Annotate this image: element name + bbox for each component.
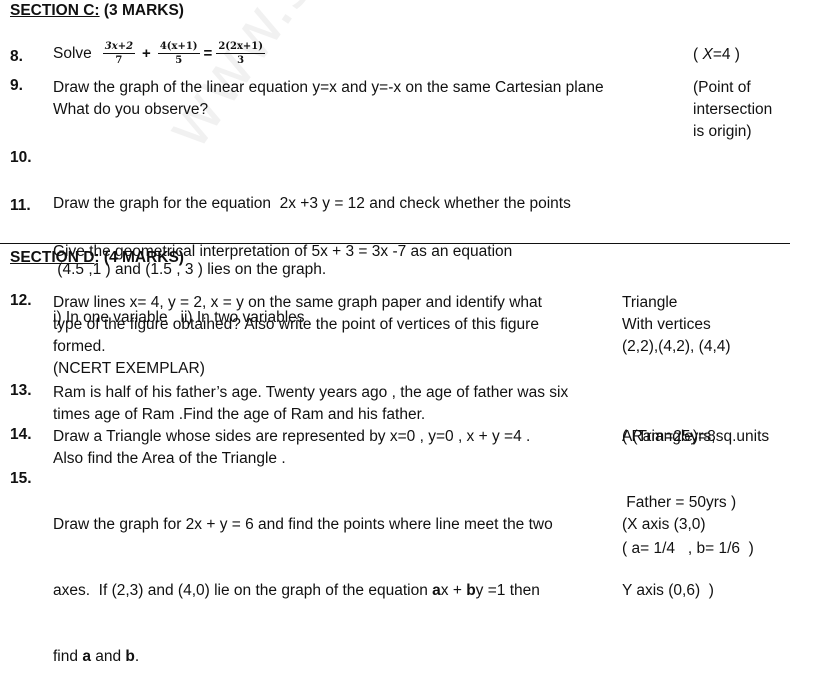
answer-8-var: X: [702, 46, 713, 63]
question-9-line-1: Draw the graph of the linear equation y=…: [53, 79, 604, 96]
answer-9: (Point of intersection is origin): [693, 77, 772, 143]
question-14-line-1: Draw a Triangle whose sides are represen…: [53, 428, 531, 445]
fraction-1: 3x+2 7: [102, 40, 136, 67]
fraction-1-numerator: 3x+2: [102, 41, 136, 54]
fraction-1-denominator: 7: [115, 55, 123, 66]
question-8-equation: Solve 3x+2 7 + 4(x+1) 5 = 2(2x+1) 3: [53, 40, 268, 67]
q15-line3-var-b: b: [125, 648, 135, 665]
fraction-2-denominator: 5: [175, 55, 183, 66]
answer-9-line-2: intersection: [693, 101, 773, 118]
q15-var-a: a: [432, 582, 441, 599]
question-number-15: 15.: [10, 470, 32, 487]
q15-line3-var-a: a: [82, 648, 91, 665]
answer-15-line-2: Y axis (0,6) ): [622, 582, 714, 599]
plus-sign: +: [142, 45, 151, 62]
q15-line2-part2: x +: [440, 582, 467, 599]
fraction-2: 4(x+1) 5: [157, 40, 200, 67]
q15-line2-part1: axes. If (2,3) and (4,0) lie on the grap…: [53, 582, 433, 599]
fraction-3-numerator: 2(2x+1): [216, 41, 265, 54]
section-divider: [0, 243, 790, 244]
question-13-text: Ram is half of his father’s age. Twenty …: [53, 382, 568, 426]
question-number-10: 10.: [10, 149, 32, 166]
question-number-12: 12.: [10, 292, 32, 309]
section-c-marks: (3 MARKS): [99, 2, 184, 19]
answer-12-line-3: (2,2),(4,2), (4,4): [622, 338, 731, 355]
question-12-line-4: (NCERT EXEMPLAR): [53, 360, 205, 377]
question-13-line-1: Ram is half of his father’s age. Twenty …: [53, 384, 569, 401]
equals-sign: =: [203, 45, 213, 62]
question-13-line-2: times age of Ram .Find the age of Ram an…: [53, 406, 426, 423]
question-number-14: 14.: [10, 426, 32, 443]
question-15-line-1: Draw the graph for 2x + y = 6 and find t…: [53, 516, 553, 533]
answer-9-line-1: (Point of: [693, 79, 751, 96]
q15-line2-part3: y =1 then: [475, 582, 540, 599]
question-number-11: 11.: [10, 197, 31, 214]
answer-9-line-3: is origin): [693, 123, 752, 140]
section-d-heading: SECTION D: (4 MARKS): [10, 249, 184, 267]
answer-12: Triangle With vertices (2,2),(4,2), (4,4…: [622, 292, 731, 358]
answer-12-line-2: With vertices: [622, 316, 711, 333]
fraction-2-numerator: 4(x+1): [157, 41, 200, 54]
question-15-text: Draw the graph for 2x + y = 6 and find t…: [53, 470, 553, 690]
fraction-3: 2(2x+1) 3: [216, 40, 265, 67]
question-12-line-2: type of the figure obtained? Also write …: [53, 316, 539, 333]
question-number-9: 9.: [10, 77, 23, 94]
q15-line3-part3: .: [134, 648, 140, 665]
question-9-line-2: What do you observe?: [53, 101, 209, 118]
answer-8: ( X=4 ): [693, 44, 740, 66]
question-12-line-3: formed.: [53, 338, 106, 355]
q15-line3-part1: find: [53, 648, 83, 665]
answer-12-line-1: Triangle: [622, 294, 678, 311]
answer-8-rest: =4 ): [712, 46, 740, 63]
question-14-text: Draw a Triangle whose sides are represen…: [53, 426, 530, 470]
answer-15-line-1: (X axis (3,0): [622, 516, 706, 533]
question-15-line-2: axes. If (2,3) and (4,0) lie on the grap…: [53, 580, 553, 602]
section-d-title: SECTION D: [10, 249, 95, 266]
answer-14: A(Triangle)=8sq.units: [622, 426, 769, 448]
section-c-title: SECTION C:: [10, 2, 100, 19]
question-number-8: 8.: [10, 48, 23, 65]
question-12-line-1: Draw lines x= 4, y = 2, x = y on the sam…: [53, 294, 542, 311]
section-d-marks: : (4 MARKS): [94, 249, 184, 266]
q15-line3-part2: and: [90, 648, 126, 665]
fraction-3-denominator: 3: [237, 55, 245, 66]
solve-label: Solve: [53, 44, 92, 62]
question-number-13: 13.: [10, 382, 32, 399]
question-14-line-2: Also find the Area of the Triangle .: [53, 450, 286, 467]
question-15-line-3: find a and b.: [53, 646, 553, 668]
q15-var-b: b: [466, 582, 476, 599]
question-9-text: Draw the graph of the linear equation y=…: [53, 77, 604, 121]
answer-15-ab: ( a= 1/4 , b= 1/6 ): [622, 540, 754, 557]
question-12-text: Draw lines x= 4, y = 2, x = y on the sam…: [53, 292, 542, 380]
section-c-heading: SECTION C: (3 MARKS): [10, 2, 184, 20]
answer-14-line-1: A(Triangle)=8sq.units: [622, 428, 770, 445]
